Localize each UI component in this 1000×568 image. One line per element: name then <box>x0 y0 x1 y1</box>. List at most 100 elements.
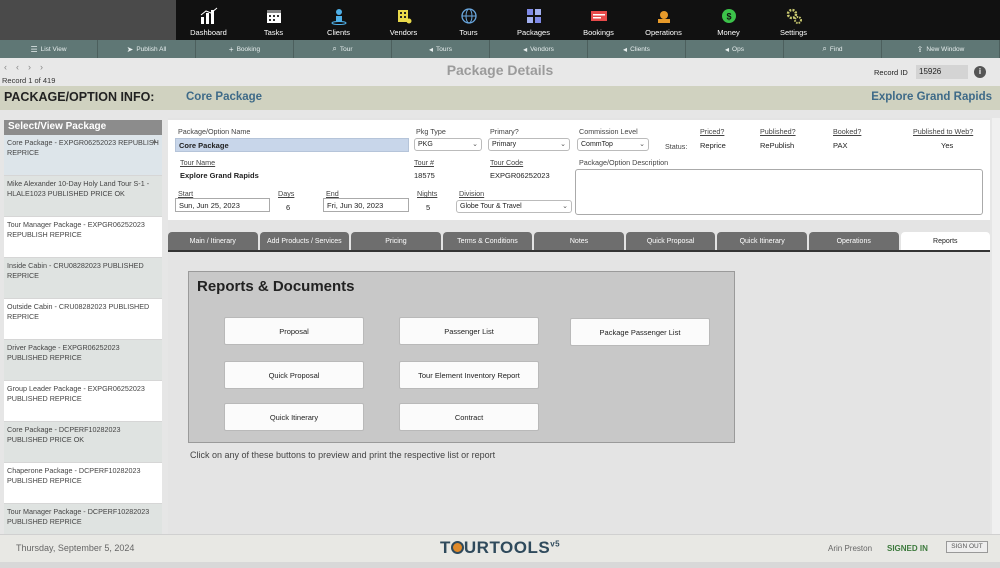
list-item[interactable]: Core Package - EXPGR06252023 REPUBLISH R… <box>4 135 162 176</box>
tour-element-inventory-button[interactable]: Tour Element Inventory Report <box>399 361 539 389</box>
list-item-text: Group Leader Package - EXPGR06252023 PUB… <box>7 384 145 403</box>
nav-tours[interactable]: Tours <box>436 0 501 40</box>
chevron-down-icon: ⌄ <box>472 141 478 148</box>
start-date-field[interactable]: Sun, Jun 25, 2023 <box>175 198 270 212</box>
toolbar-label: List View <box>40 45 67 53</box>
tab-notes[interactable]: Notes <box>534 232 624 250</box>
record-id-field[interactable]: 15926 <box>916 65 968 79</box>
tab-terms[interactable]: Terms & Conditions <box>442 232 533 250</box>
tab-quick-itinerary[interactable]: Quick Itinerary <box>717 232 807 250</box>
new-window-button[interactable]: ⇪ New Window <box>882 40 1000 58</box>
scroll-up-icon[interactable]: ▲ <box>151 137 158 147</box>
nav-tasks[interactable]: Tasks <box>241 0 306 40</box>
commission-select[interactable]: CommTop ⌄ <box>577 138 649 151</box>
tab-add-products[interactable]: Add Products / Services <box>259 232 350 250</box>
nav-operations[interactable]: Operations <box>631 0 696 40</box>
tour-code-label[interactable]: Tour Code <box>490 158 523 167</box>
description-field[interactable] <box>575 169 983 215</box>
list-item[interactable]: Driver Package - EXPGR06252023 PUBLISHED… <box>4 340 162 381</box>
web-label[interactable]: Published to Web? <box>913 127 973 136</box>
primary-select[interactable]: Primary ⌄ <box>488 138 570 151</box>
package-passenger-list-button[interactable]: Package Passenger List <box>570 318 710 346</box>
nav-money[interactable]: $ Money <box>696 0 761 40</box>
list-item[interactable]: Tour Manager Package - DCPERF10282023 PU… <box>4 504 162 536</box>
tab-reports[interactable]: Reports <box>900 232 991 250</box>
new-window-icon: ⇪ <box>916 44 924 54</box>
division-value: Globe Tour & Travel <box>460 203 522 210</box>
nav-dashboard[interactable]: Dashboard <box>176 0 241 40</box>
find-button[interactable]: ⌕ Find <box>784 40 882 58</box>
record-id-label: Record ID <box>874 68 908 77</box>
toolbar-label: Vendors <box>530 45 554 53</box>
nav-label: Operations <box>645 28 682 37</box>
list-item[interactable]: Outside Cabin - CRU08282023 PUBLISHED RE… <box>4 299 162 340</box>
horizontal-scrollbar[interactable] <box>0 562 1000 568</box>
web-value: Yes <box>941 141 954 150</box>
tab-main-itinerary[interactable]: Main / Itinerary <box>168 232 258 250</box>
nav-settings[interactable]: Settings <box>761 0 826 40</box>
booked-label[interactable]: Booked? <box>833 127 861 136</box>
nav-vendors[interactable]: Vendors <box>371 0 436 40</box>
tour-number-label[interactable]: Tour # <box>414 158 434 167</box>
start-label[interactable]: Start <box>178 189 193 198</box>
tab-pricing[interactable]: Pricing <box>351 232 441 250</box>
days-label[interactable]: Days <box>278 189 294 198</box>
list-item[interactable]: Mike Alexander 10-Day Holy Land Tour S-1… <box>4 176 162 217</box>
footer: Thursday, September 5, 2024 T URTOOLSv5 A… <box>0 534 1000 568</box>
status-label: Status: <box>665 142 688 151</box>
pkg-type-select[interactable]: PKG ⌄ <box>414 138 482 151</box>
package-name-field[interactable]: Core Package <box>175 138 409 152</box>
action-toolbar: ☰ List View ➤ Publish All + Booking ⌕ Tour ◂… <box>0 40 1000 58</box>
list-icon: ☰ <box>30 44 38 54</box>
contract-button[interactable]: Contract <box>399 403 539 431</box>
nav-clients[interactable]: Clients <box>306 0 371 40</box>
publish-all-button[interactable]: ➤ Publish All <box>98 40 196 58</box>
find-tour-button[interactable]: ⌕ Tour <box>294 40 392 58</box>
bookings-icon <box>590 7 608 25</box>
packages-icon <box>525 7 543 25</box>
division-select[interactable]: Globe Tour & Travel ⌄ <box>456 200 572 213</box>
nights-label[interactable]: Nights <box>417 189 437 198</box>
go-clients-button[interactable]: ◂ Clients <box>588 40 686 58</box>
go-ops-button[interactable]: ◂ Ops <box>686 40 784 58</box>
info-icon[interactable]: i <box>974 66 986 78</box>
division-label[interactable]: Division <box>459 189 484 198</box>
tour-name-label[interactable]: Tour Name <box>180 158 215 167</box>
tab-operations[interactable]: Operations <box>808 232 899 250</box>
package-name-label: Package/Option Name <box>178 127 251 136</box>
tab-quick-proposal[interactable]: Quick Proposal <box>625 232 716 250</box>
sign-out-button[interactable]: SIGN OUT <box>946 541 988 553</box>
list-item[interactable]: Chaperone Package - DCPERF10282023 PUBLI… <box>4 463 162 504</box>
days-value: 6 <box>286 203 291 212</box>
tour-name-value: Explore Grand Rapids <box>180 171 259 180</box>
end-label[interactable]: End <box>326 189 339 198</box>
list-item[interactable]: Inside Cabin - CRU08282023 PUBLISHED REP… <box>4 258 162 299</box>
reports-panel: Reports & Documents Proposal Passenger L… <box>188 271 735 443</box>
end-date-field[interactable]: Fri, Jun 30, 2023 <box>323 198 409 212</box>
search-icon: ⌕ <box>332 44 337 53</box>
nav-label: Clients <box>327 28 350 37</box>
list-item[interactable]: Group Leader Package - EXPGR06252023 PUB… <box>4 381 162 422</box>
list-view-button[interactable]: ☰ List View <box>0 40 98 58</box>
priced-label[interactable]: Priced? <box>700 127 724 136</box>
user-name: Arin Preston <box>828 544 873 553</box>
proposal-button[interactable]: Proposal <box>224 317 364 345</box>
pkg-type-value: PKG <box>418 141 433 148</box>
go-vendors-button[interactable]: ◂ Vendors <box>490 40 588 58</box>
list-item-text: Mike Alexander 10-Day Holy Land Tour S-1… <box>7 179 150 198</box>
clients-icon <box>330 7 348 25</box>
list-item-text: Core Package - EXPGR06252023 REPUBLISH R… <box>7 138 159 157</box>
quick-itinerary-button[interactable]: Quick Itinerary <box>224 403 364 431</box>
nav-left-strip <box>0 0 176 40</box>
go-tours-button[interactable]: ◂ Tours <box>392 40 490 58</box>
nav-bookings[interactable]: Bookings <box>566 0 631 40</box>
tour-name-heading: Explore Grand Rapids <box>871 91 992 103</box>
list-item[interactable]: Core Package - DCPERF10282023 PUBLISHED … <box>4 422 162 463</box>
published-label[interactable]: Published? <box>760 127 796 136</box>
add-booking-button[interactable]: + Booking <box>196 40 294 58</box>
back-arrow-icon: ◂ <box>523 44 528 54</box>
passenger-list-button[interactable]: Passenger List <box>399 317 539 345</box>
quick-proposal-button[interactable]: Quick Proposal <box>224 361 364 389</box>
nav-packages[interactable]: Packages <box>501 0 566 40</box>
list-item[interactable]: Tour Manager Package - EXPGR06252023 REP… <box>4 217 162 258</box>
